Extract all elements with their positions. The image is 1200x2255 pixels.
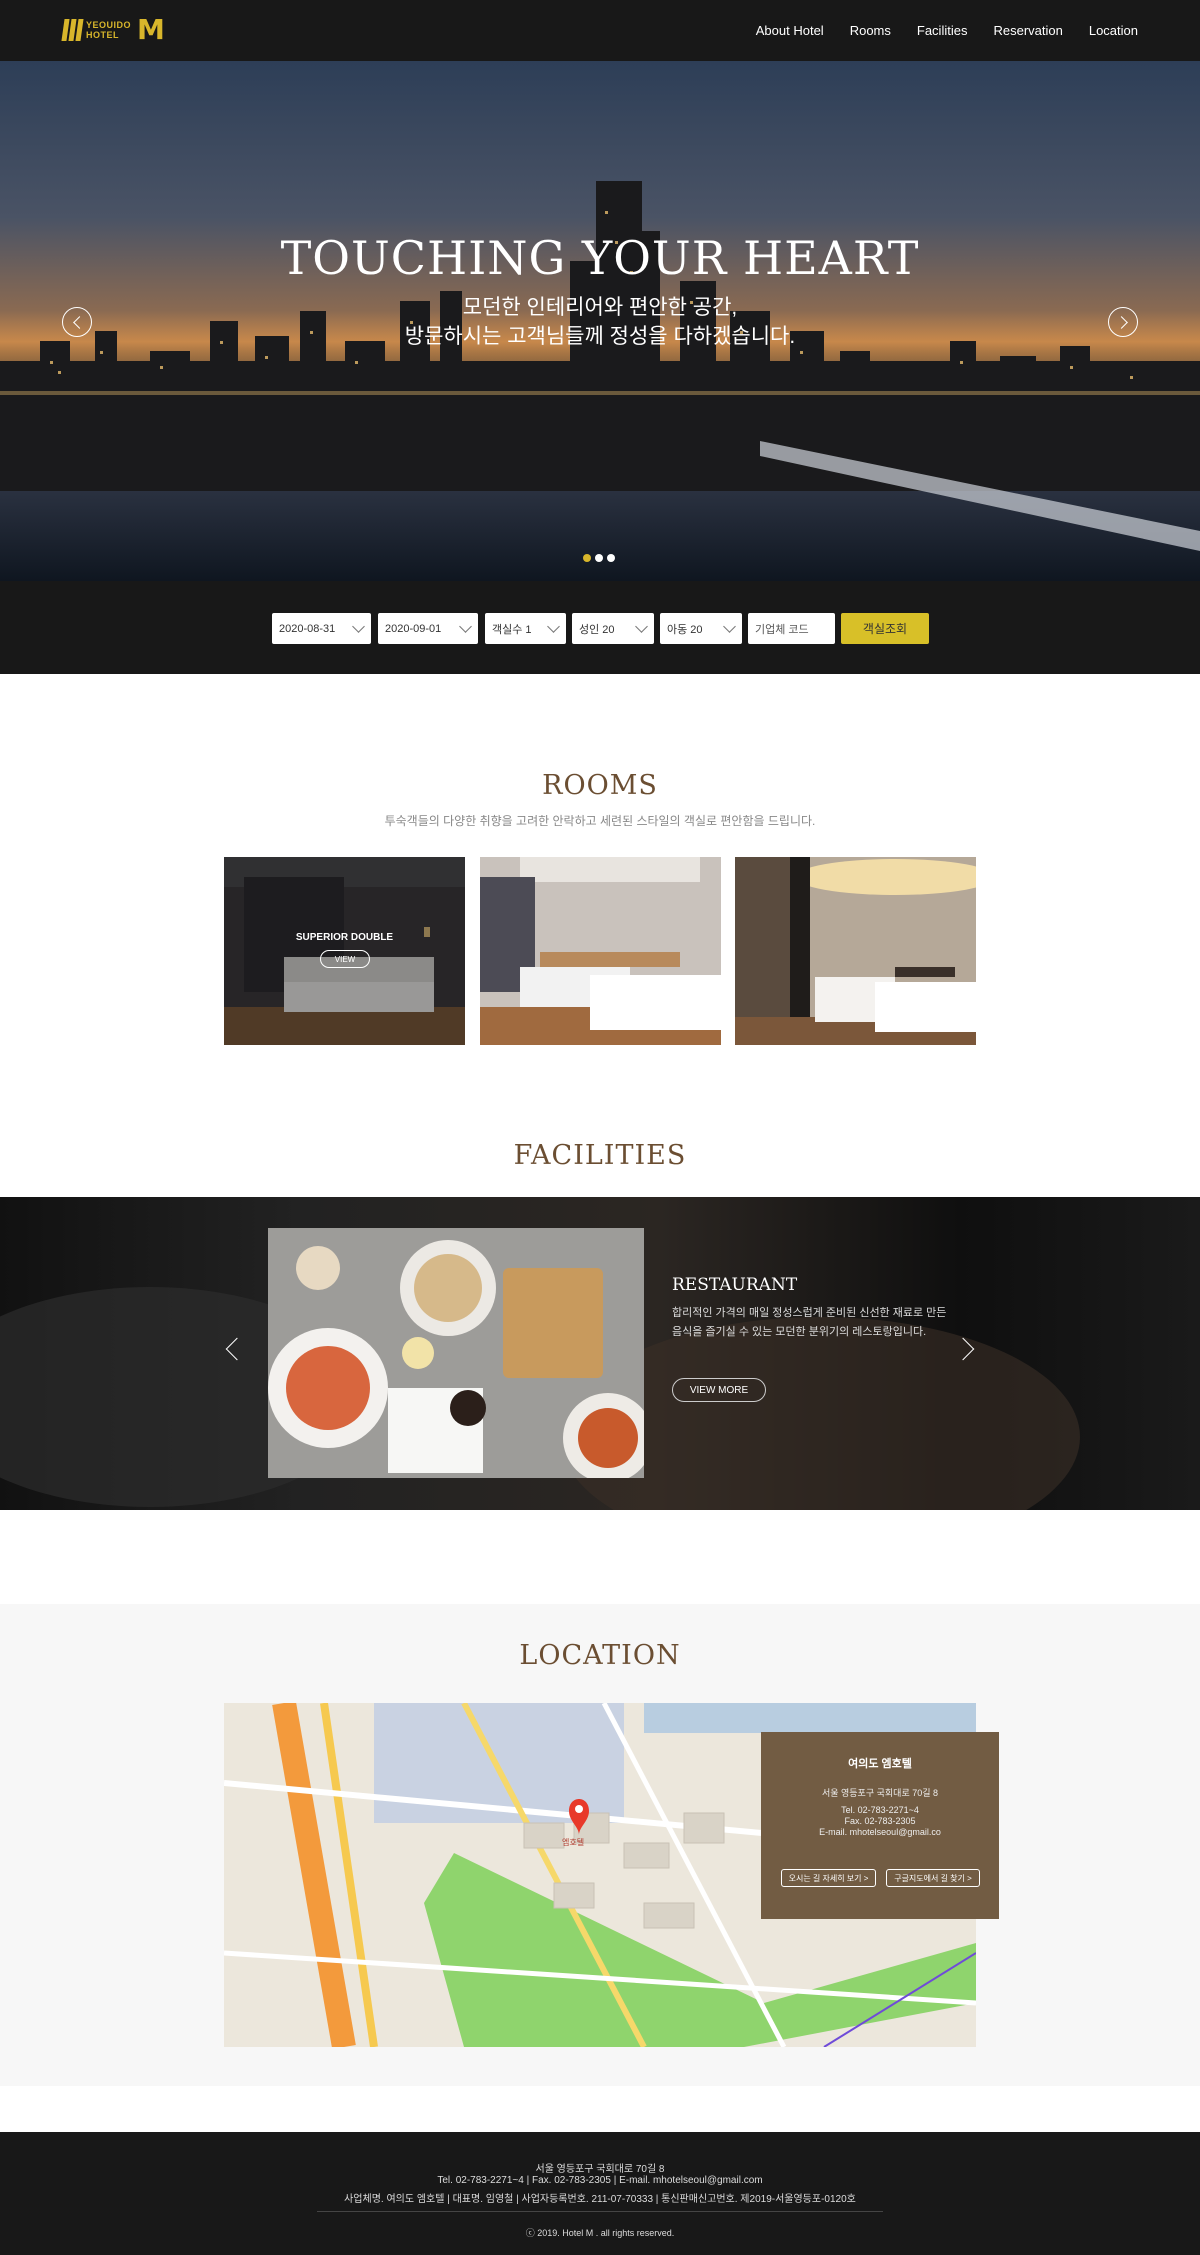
adults-select[interactable]: 성인 20 <box>572 613 654 644</box>
hotel-address: 서울 영등포구 국회대로 70길 8 <box>821 1788 939 1798</box>
slide-dot-1[interactable] <box>583 554 591 562</box>
room-photo-3 <box>735 857 976 1045</box>
facility-description-line2: 음식을 즐기실 수 있는 모던한 분위기의 레스토랑입니다. <box>672 1326 927 1338</box>
hotel-name: 여의도 엠호텔 <box>848 1758 912 1770</box>
main-nav: About Hotel Rooms Facilities Reservation… <box>756 0 1138 61</box>
facility-description-line1: 합리적인 가격의 매일 정성스럽게 준비된 신선한 재료로 만든 <box>672 1307 947 1319</box>
chevron-down-icon <box>723 620 736 633</box>
checkout-date-select[interactable]: 2020-09-01 <box>378 613 478 644</box>
nav-location[interactable]: Location <box>1089 23 1138 38</box>
facility-name: RESTAURANT <box>672 1275 798 1295</box>
rooms-select[interactable]: 객실수 1 <box>485 613 566 644</box>
location-title: LOCATION <box>519 1640 681 1671</box>
children-value: 아동 20 <box>667 623 703 636</box>
directions-detail-button[interactable]: 오시는 길 자세히 보기 > <box>781 1869 876 1887</box>
chevron-down-icon <box>459 620 472 633</box>
room-card-2[interactable] <box>480 857 721 1045</box>
slide-dots <box>583 554 615 562</box>
hero-subtitle-line2: 방문하시는 고객님들께 정성을 다하겠습니다. <box>404 325 796 348</box>
checkout-date-value: 2020-09-01 <box>385 622 442 635</box>
logo-letter: M <box>137 13 165 46</box>
view-more-button[interactable]: VIEW MORE <box>672 1378 766 1402</box>
logo-line1: YEOUIDO <box>86 20 132 30</box>
checkin-date-select[interactable]: 2020-08-31 <box>272 613 371 644</box>
nav-about-hotel[interactable]: About Hotel <box>756 23 824 38</box>
location-info-card: 여의도 엠호텔 서울 영등포구 국회대로 70길 8 Tel. 02-783-2… <box>761 1732 999 1919</box>
room-name: SUPERIOR DOUBLE <box>295 932 394 943</box>
room-search-button[interactable]: 객실조회 <box>841 613 929 644</box>
hotel-logo[interactable]: YEOUIDO HOTEL M <box>61 13 165 46</box>
hotel-email: E-mail. mhotelseoul@gmail.co <box>819 1827 941 1837</box>
slide-dot-3[interactable] <box>607 554 615 562</box>
room-card-superior-double[interactable]: SUPERIOR DOUBLE VIEW <box>224 857 465 1045</box>
footer-divider <box>317 2211 883 2212</box>
room-photo-2 <box>480 857 721 1045</box>
footer-copyright: ⓒ 2019. Hotel M . all rights reserved. <box>525 2228 675 2238</box>
footer-business-info: 사업체명. 여의도 엠호텔 | 대표명. 임영철 | 사업자등록번호. 211-… <box>344 2194 856 2205</box>
chevron-down-icon <box>547 620 560 633</box>
room-view-button[interactable]: VIEW <box>320 950 370 968</box>
nav-reservation[interactable]: Reservation <box>993 23 1062 38</box>
rooms-description: 투숙객들의 다양한 취향을 고려한 안락하고 세련된 스타일의 객실로 편안함을… <box>384 814 816 828</box>
site-header: YEOUIDO HOTEL M About Hotel Rooms Facili… <box>0 0 1200 61</box>
nav-facilities[interactable]: Facilities <box>917 23 968 38</box>
rooms-title: ROOMS <box>542 770 658 801</box>
adults-value: 성인 20 <box>579 623 615 636</box>
facilities-slider: RESTAURANT 합리적인 가격의 매일 정성스럽게 준비된 신선한 재료로… <box>0 1197 1200 1510</box>
room-card-3[interactable] <box>735 857 976 1045</box>
footer-address: 서울 영등포구 국회대로 70길 8 <box>535 2164 665 2175</box>
logo-line2: HOTEL <box>86 30 119 40</box>
corporate-code-placeholder: 기업체 코드 <box>755 623 809 636</box>
children-select[interactable]: 아동 20 <box>660 613 742 644</box>
hero-next-button[interactable] <box>1108 307 1138 337</box>
chevron-down-icon <box>352 620 365 633</box>
hotel-fax: Fax. 02-783-2305 <box>844 1816 916 1826</box>
logo-mark-icon <box>61 19 84 41</box>
hero-title: TOUCHING YOUR HEART <box>280 231 920 285</box>
restaurant-photo <box>268 1228 644 1478</box>
map-pin-label: 엠호텔 <box>562 1837 584 1847</box>
hero-subtitle-line1: 모던한 인테리어와 편안한 공간, <box>462 296 738 319</box>
checkin-date-value: 2020-08-31 <box>279 622 336 635</box>
hotel-tel: Tel. 02-783-2271~4 <box>841 1805 919 1815</box>
facility-description: 합리적인 가격의 매일 정성스럽게 준비된 신선한 재료로 만든 음식을 즐기실… <box>672 1304 962 1342</box>
footer-contact: Tel. 02-783-2271~4 | Fax. 02-783-2305 | … <box>437 2175 763 2186</box>
site-footer: 서울 영등포구 국회대로 70길 8 Tel. 02-783-2271~4 | … <box>0 2132 1200 2255</box>
hero-prev-button[interactable] <box>62 307 92 337</box>
hero-slider: TOUCHING YOUR HEART 모던한 인테리어와 편안한 공간, 방문… <box>0 61 1200 581</box>
slide-dot-2[interactable] <box>595 554 603 562</box>
nav-rooms[interactable]: Rooms <box>850 23 891 38</box>
corporate-code-input[interactable]: 기업체 코드 <box>748 613 835 644</box>
google-maps-button[interactable]: 구글지도에서 길 찾기 > <box>886 1869 980 1887</box>
rooms-value: 객실수 1 <box>492 623 532 636</box>
booking-bar: 2020-08-31 2020-09-01 객실수 1 성인 20 아동 20 … <box>0 581 1200 674</box>
hero-subtitle: 모던한 인테리어와 편안한 공간, 방문하시는 고객님들께 정성을 다하겠습니다… <box>0 293 1200 351</box>
chevron-down-icon <box>635 620 648 633</box>
facilities-title: FACILITIES <box>513 1140 687 1171</box>
